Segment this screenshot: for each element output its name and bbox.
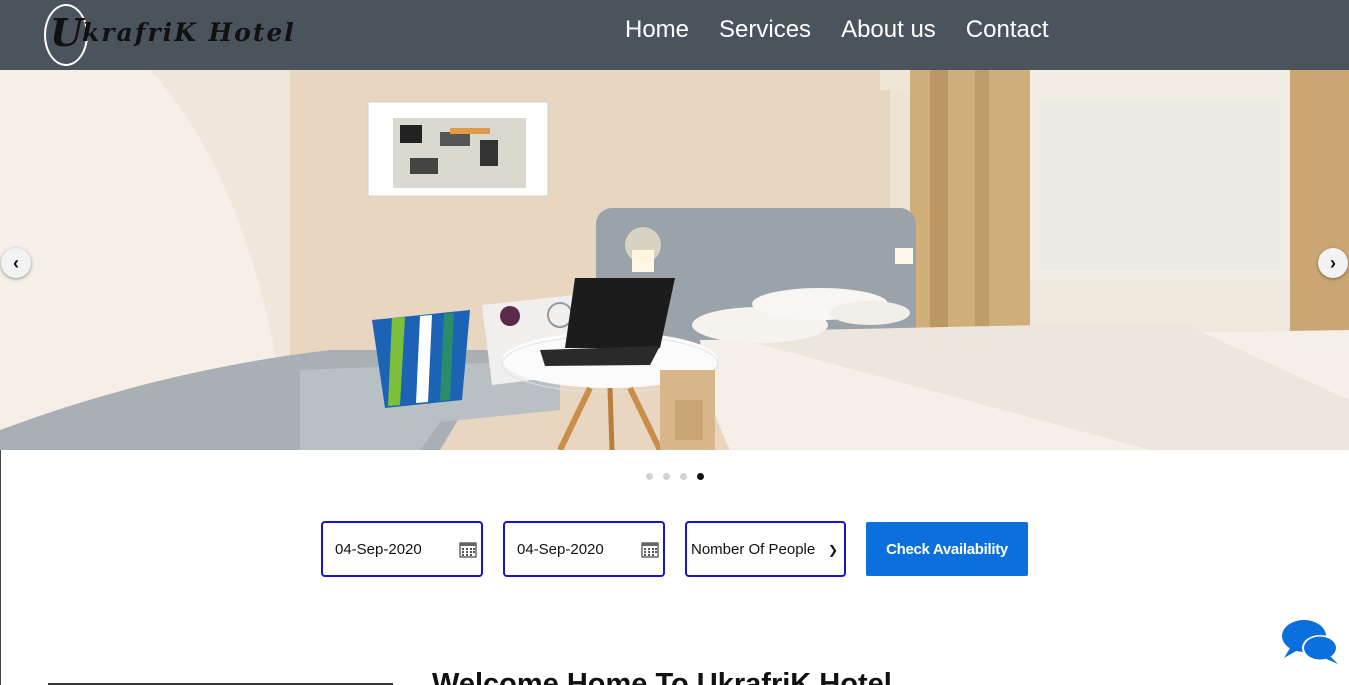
people-select[interactable]: Nomber Of People ❯ bbox=[685, 521, 846, 577]
chevron-right-icon: › bbox=[1330, 252, 1336, 273]
hotel-logo[interactable]: U krafriK Hotel bbox=[44, 4, 304, 66]
calendar-icon[interactable] bbox=[641, 541, 659, 558]
page-border bbox=[0, 450, 1, 685]
chevron-left-icon: ‹ bbox=[13, 252, 19, 273]
carousel-dot[interactable] bbox=[663, 473, 670, 480]
carousel-dot-active[interactable] bbox=[697, 473, 704, 480]
checkout-date-value: 04-Sep-2020 bbox=[517, 540, 604, 558]
chevron-down-icon: ❯ bbox=[827, 543, 838, 557]
checkin-date-input[interactable]: 04-Sep-2020 bbox=[321, 521, 483, 577]
main-nav: Home Services About us Contact bbox=[610, 14, 1064, 46]
site-header: U krafriK Hotel Home Services About us C… bbox=[0, 0, 1349, 70]
nav-home[interactable]: Home bbox=[610, 14, 704, 46]
checkin-date-value: 04-Sep-2020 bbox=[335, 540, 422, 558]
chat-bubbles-icon[interactable] bbox=[1280, 618, 1340, 666]
people-select-value: Nomber Of People bbox=[691, 540, 816, 558]
nav-about-us[interactable]: About us bbox=[826, 14, 951, 46]
check-availability-button[interactable]: Check Availability bbox=[866, 522, 1028, 576]
carousel-prev-button[interactable]: ‹ bbox=[1, 248, 31, 278]
welcome-heading: Welcome Home To UkrafriK Hotel bbox=[432, 668, 892, 685]
hotel-room-image bbox=[0, 70, 1349, 450]
checkout-date-input[interactable]: 04-Sep-2020 bbox=[503, 521, 665, 577]
carousel-dot[interactable] bbox=[680, 473, 687, 480]
hero-carousel: ‹ › bbox=[0, 70, 1349, 450]
logo-text: krafriK Hotel bbox=[82, 18, 296, 47]
carousel-next-button[interactable]: › bbox=[1318, 248, 1348, 278]
carousel-indicators bbox=[646, 473, 704, 480]
calendar-icon[interactable] bbox=[459, 541, 477, 558]
nav-contact[interactable]: Contact bbox=[951, 14, 1064, 46]
nav-services[interactable]: Services bbox=[704, 14, 826, 46]
carousel-dot[interactable] bbox=[646, 473, 653, 480]
logo-mark: U bbox=[50, 10, 84, 55]
